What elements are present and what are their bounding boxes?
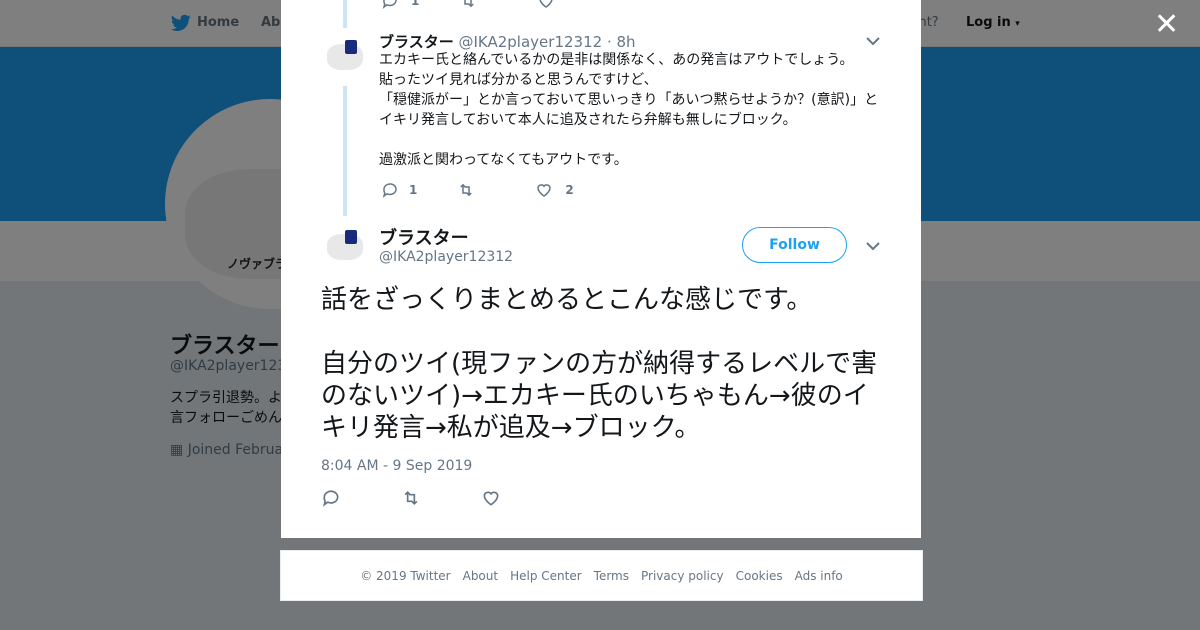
- prev-tweet-actions: 1: [381, 0, 555, 10]
- reply-time[interactable]: · 8h: [607, 33, 636, 51]
- reply-author-name[interactable]: ブラスター: [379, 33, 454, 51]
- footer-link-privacy[interactable]: Privacy policy: [641, 569, 724, 583]
- main-author-handle[interactable]: @IKA2player12312: [379, 249, 513, 265]
- reply-action[interactable]: 1: [381, 0, 419, 10]
- footer-link-terms[interactable]: Terms: [594, 569, 629, 583]
- heart-icon[interactable]: [481, 488, 501, 508]
- like-action[interactable]: [537, 0, 555, 10]
- close-icon[interactable]: ✕: [1154, 10, 1179, 40]
- reply-text: エカキー氏と絡んでいるかの是非は関係なく、あの発言はアウトでしょう。 貼ったツイ…: [379, 52, 879, 168]
- reply-icon[interactable]: [381, 0, 399, 10]
- reply-icon[interactable]: [321, 488, 341, 508]
- reply-count: 1: [411, 0, 420, 8]
- tweet-modal: 1 ブラスター @IKA2player12312 · 8h エカキー氏と絡んでい…: [281, 0, 921, 538]
- footer-copyright: © 2019 Twitter: [360, 568, 451, 583]
- reply-avatar[interactable]: [321, 34, 369, 82]
- footer-link-ads-info[interactable]: Ads info: [795, 569, 843, 583]
- retweet-icon[interactable]: [459, 0, 477, 10]
- footer-link-help-center[interactable]: Help Center: [510, 569, 582, 583]
- reply-actions: 1 2: [381, 181, 574, 199]
- reply-action[interactable]: 1: [381, 181, 417, 199]
- main-tweet-text: 話をざっくりまとめるとこんな感じです。 自分のツイ(現ファンの方が納得するレベル…: [321, 285, 878, 443]
- follow-button[interactable]: Follow: [742, 227, 847, 263]
- modal-footer: © 2019 Twitter About Help Center Terms P…: [280, 550, 923, 601]
- reply-header: ブラスター @IKA2player12312 · 8h: [379, 31, 636, 52]
- main-tweet-actions: [321, 488, 561, 508]
- reply-count: 1: [409, 183, 418, 197]
- thread-line: [343, 86, 347, 216]
- retweet-action[interactable]: [457, 181, 475, 199]
- retweet-action[interactable]: [459, 0, 477, 10]
- like-action[interactable]: 2: [535, 181, 574, 199]
- like-count: 2: [565, 183, 574, 197]
- reply-author-handle[interactable]: @IKA2player12312: [458, 33, 602, 51]
- chevron-down-icon[interactable]: [866, 241, 880, 251]
- chevron-down-icon[interactable]: [866, 36, 880, 46]
- heart-icon[interactable]: [535, 181, 553, 199]
- footer-link-about[interactable]: About: [463, 569, 498, 583]
- thread-line-top: [343, 0, 347, 28]
- main-avatar[interactable]: [321, 224, 369, 272]
- retweet-icon[interactable]: [457, 181, 475, 199]
- main-tweet-timestamp[interactable]: 8:04 AM - 9 Sep 2019: [321, 458, 472, 474]
- footer-link-cookies[interactable]: Cookies: [736, 569, 783, 583]
- reply-icon[interactable]: [381, 181, 399, 199]
- main-author-name[interactable]: ブラスター: [379, 224, 469, 250]
- retweet-icon[interactable]: [401, 488, 421, 508]
- avatar-flag: [345, 230, 357, 244]
- heart-icon[interactable]: [537, 0, 555, 10]
- avatar-flag: [345, 40, 357, 54]
